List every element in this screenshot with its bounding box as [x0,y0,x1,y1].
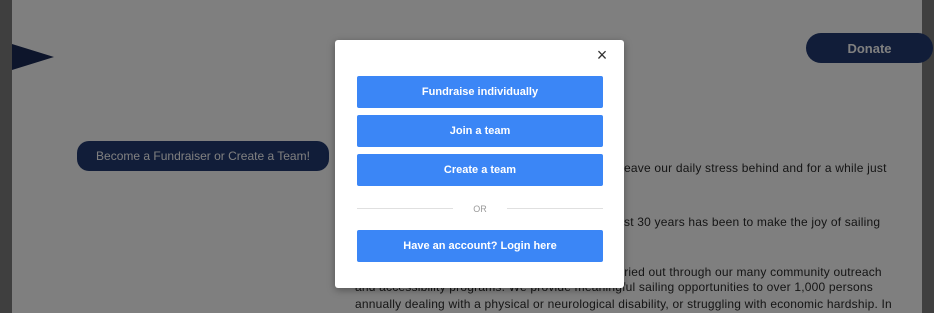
fundraise-options-modal: × Fundraise individually Join a team Cre… [335,40,624,288]
or-separator: OR [453,202,507,215]
close-icon[interactable]: × [592,45,612,65]
create-team-button[interactable]: Create a team [357,154,603,186]
fundraise-individually-button[interactable]: Fundraise individually [357,76,603,108]
login-button[interactable]: Have an account? Login here [357,230,603,262]
join-team-button[interactable]: Join a team [357,115,603,147]
